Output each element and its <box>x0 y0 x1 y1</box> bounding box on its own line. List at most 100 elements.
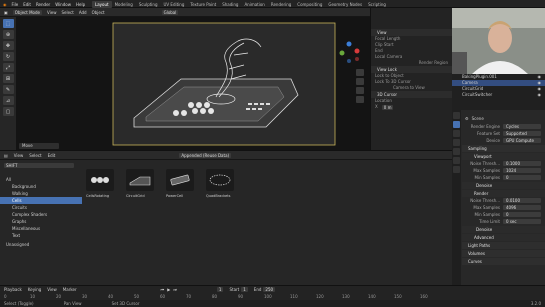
move-icon[interactable]: ✥ <box>2 41 14 50</box>
category-item[interactable]: Circuits <box>0 204 82 211</box>
asset-edit-menu[interactable]: Edit <box>48 153 56 158</box>
timeline-ruler[interactable]: 0 10 20 30 40 50 60 70 80 90 100 110 120 130 140 150 160 <box>0 293 545 300</box>
outliner-item[interactable]: CircuitSwitcher ◉ <box>452 92 545 98</box>
tab-uv-editing[interactable]: UV Editing <box>161 1 188 8</box>
timeline-marker-menu[interactable]: Marker <box>63 287 77 292</box>
to-cursor-checkbox[interactable]: To 3D Cursor <box>385 79 411 84</box>
tab-sculpting[interactable]: Sculpting <box>136 1 161 8</box>
view-buttons[interactable] <box>356 69 364 103</box>
output-tab-icon[interactable] <box>453 130 460 137</box>
view-menu[interactable]: View <box>47 10 57 15</box>
library-select[interactable]: SHIFT <box>4 163 74 168</box>
current-frame-field[interactable]: 1 <box>216 287 224 292</box>
category-item-selected[interactable]: Cells <box>0 197 82 204</box>
gizmo-navigation[interactable] <box>339 41 360 64</box>
render-tab-icon[interactable] <box>453 121 460 128</box>
scene-tab-icon[interactable] <box>453 148 460 155</box>
menu-file[interactable]: File <box>12 2 19 7</box>
menu-render[interactable]: Render <box>36 2 50 7</box>
scale-icon[interactable]: ⤢ <box>2 63 14 72</box>
rotate-icon[interactable]: ↻ <box>2 52 14 61</box>
feature-set-select[interactable]: Supported <box>503 131 541 136</box>
view-section-header[interactable]: View <box>371 29 452 36</box>
category-item[interactable]: All <box>0 176 82 183</box>
asset-tile[interactable]: CircuitGrid <box>126 169 156 198</box>
add-cube-icon[interactable]: ▢ <box>2 107 14 116</box>
category-item[interactable]: Text <box>0 232 82 239</box>
render-subpanel-header[interactable]: Render <box>462 190 545 197</box>
timeline-playback-menu[interactable]: Playback <box>4 287 22 292</box>
tab-animation[interactable]: Animation <box>241 1 267 8</box>
asset-tile[interactable]: QuadBrackets <box>206 169 236 198</box>
category-item[interactable]: Walking <box>0 190 82 197</box>
render-engine-select[interactable]: Cycles <box>503 124 541 129</box>
asset-tile[interactable]: CellsRotating <box>86 169 116 198</box>
orientation-select[interactable]: Global <box>161 9 179 15</box>
annotate-icon[interactable]: ✎ <box>2 85 14 94</box>
select-box-icon[interactable]: ⬚ <box>2 19 14 28</box>
asset-view-menu[interactable]: View <box>14 153 24 158</box>
category-item[interactable]: Background <box>0 183 82 190</box>
tool-tab-icon[interactable] <box>453 112 460 119</box>
tab-layout[interactable]: Layout <box>92 0 112 8</box>
render-noise-field[interactable]: 0.0100 <box>503 198 541 203</box>
volumes-header[interactable]: Volumes <box>462 250 545 257</box>
blender-logo-icon[interactable]: ◉ <box>3 2 7 7</box>
render-denoise-header[interactable]: Denoise <box>462 226 545 233</box>
transform-icon[interactable]: ⊞ <box>2 74 14 83</box>
mode-select[interactable]: Object Mode <box>12 9 42 15</box>
tab-compositing[interactable]: Compositing <box>294 1 325 8</box>
timeline-view-menu[interactable]: View <box>47 287 57 292</box>
tab-shading[interactable]: Shading <box>219 1 241 8</box>
category-item[interactable]: Graphs <box>0 218 82 225</box>
light-paths-header[interactable]: Light Paths <box>462 242 545 249</box>
timeline-keying-menu[interactable]: Keying <box>28 287 41 292</box>
eye-icon[interactable]: ◉ <box>538 92 542 98</box>
asset-tile[interactable]: PowerCell <box>166 169 196 198</box>
add-menu[interactable]: Add <box>79 10 87 15</box>
play-icon[interactable]: ▶ <box>167 287 170 292</box>
select-menu[interactable]: Select <box>61 10 73 15</box>
menu-window[interactable]: Window <box>55 2 71 7</box>
category-item[interactable]: Unassigned <box>0 241 82 248</box>
operator-panel[interactable]: Move <box>19 143 59 149</box>
location-x-field[interactable]: 0 m <box>381 104 394 110</box>
viewport-denoise-header[interactable]: Denoise <box>462 182 545 189</box>
device-select[interactable]: GPU Compute <box>503 138 541 143</box>
tab-texture-paint[interactable]: Texture Paint <box>187 1 219 8</box>
cursor-icon[interactable]: ⊕ <box>2 30 14 39</box>
object-menu[interactable]: Object <box>92 10 105 15</box>
editor-type-icon[interactable]: ▤ <box>4 153 8 158</box>
jump-start-icon[interactable]: ⏮ <box>161 287 165 292</box>
start-frame-field[interactable]: 1 <box>241 287 248 292</box>
measure-icon[interactable]: ⊿ <box>2 96 14 105</box>
tab-modeling[interactable]: Modeling <box>112 1 136 8</box>
view-layer-tab-icon[interactable] <box>453 139 460 146</box>
3d-viewport[interactable]: Move <box>16 17 370 150</box>
import-type-select[interactable]: Appended (Reuse Data) <box>179 152 232 158</box>
category-item[interactable]: Miscellaneous <box>0 225 82 232</box>
curves-header[interactable]: Curves <box>462 258 545 265</box>
editor-type-icon[interactable]: ▣ <box>4 10 8 15</box>
3d-cursor-header[interactable]: 3D Cursor <box>371 91 452 98</box>
menu-edit[interactable]: Edit <box>23 2 31 7</box>
advanced-header[interactable]: Advanced <box>462 234 545 241</box>
viewport-max-samples-field[interactable]: 1024 <box>503 168 541 173</box>
tab-geometry-nodes[interactable]: Geometry Nodes <box>325 1 365 8</box>
viewport-min-samples-field[interactable]: 0 <box>503 175 541 180</box>
tab-rendering[interactable]: Rendering <box>268 1 294 8</box>
menu-help[interactable]: Help <box>76 2 85 7</box>
object-tab-icon[interactable] <box>453 166 460 173</box>
sampling-panel-header[interactable]: Sampling <box>462 145 545 152</box>
render-min-samples-field[interactable]: 0 <box>503 212 541 217</box>
category-item[interactable]: Complex Shaders <box>0 211 82 218</box>
jump-end-icon[interactable]: ⏭ <box>173 287 177 292</box>
render-max-samples-field[interactable]: 4096 <box>503 205 541 210</box>
tab-scripting[interactable]: Scripting <box>365 1 389 8</box>
viewport-subpanel-header[interactable]: Viewport <box>462 153 545 160</box>
viewport-noise-field[interactable]: 0.1000 <box>503 161 541 166</box>
time-limit-field[interactable]: 0 sec <box>503 219 541 224</box>
end-frame-field[interactable]: 250 <box>263 287 276 292</box>
asset-select-menu[interactable]: Select <box>29 153 41 158</box>
world-tab-icon[interactable] <box>453 157 460 164</box>
